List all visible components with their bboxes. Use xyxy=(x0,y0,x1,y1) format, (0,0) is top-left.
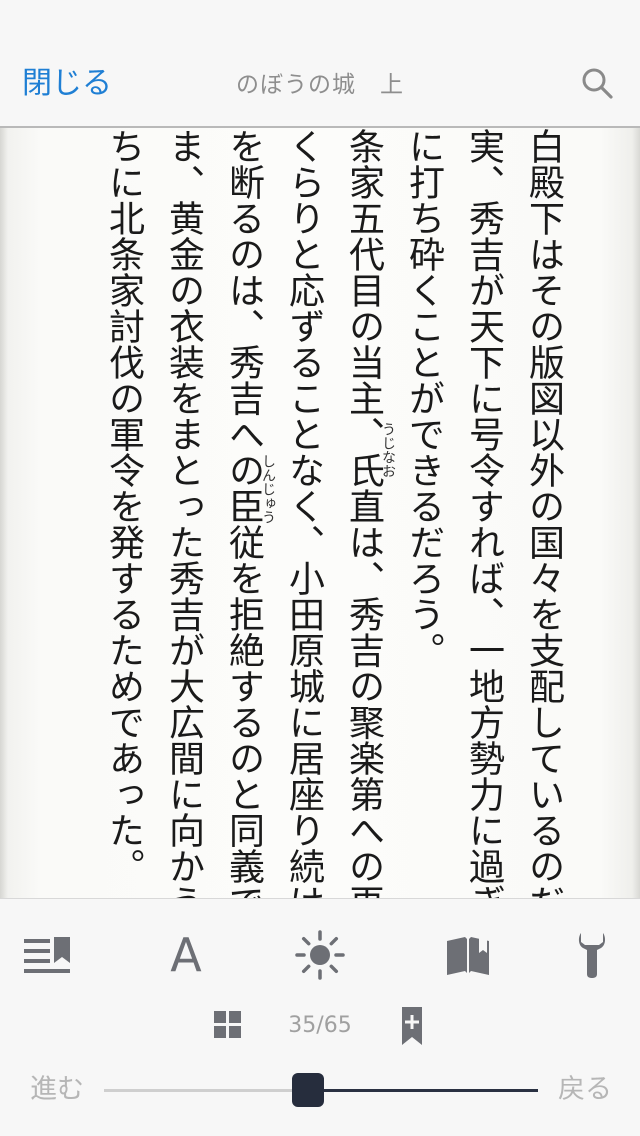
slider-track-remaining[interactable] xyxy=(104,1089,304,1092)
table-of-contents-icon xyxy=(24,937,70,973)
bookmarks-button[interactable] xyxy=(438,929,498,981)
brightness-icon xyxy=(295,930,345,980)
font-size-icon: A xyxy=(170,928,202,982)
text-column: 実、秀吉が天下に号令すれば、一地方勢力に過ぎぬ北 xyxy=(463,128,504,898)
grid-icon xyxy=(214,1011,241,1038)
text-column: くらりと応ずることなく、小田原城に居座り続けた。 xyxy=(283,128,324,898)
grid-view-button[interactable] xyxy=(214,1011,244,1041)
page-row: 35/65 xyxy=(0,1007,640,1047)
page-indicator: 35/65 xyxy=(288,1013,352,1038)
table-of-contents-button[interactable] xyxy=(18,929,78,981)
slider-forward-label: 進む xyxy=(30,1074,84,1105)
search-button[interactable] xyxy=(580,66,614,100)
book-title: のぼうの城 上 xyxy=(236,72,404,98)
slider-back-label: 戻る xyxy=(558,1074,612,1105)
text-column: ちに北条家討伐の軍令を発するためであった。 xyxy=(103,128,144,884)
ruby-annotation: うじなお xyxy=(380,422,396,478)
reading-area[interactable]: 白殿下はその版図以外の国々を支配しているのだ） 実、秀吉が天下に号令すれば、一地… xyxy=(0,128,640,898)
navigation-bar: 閉じる のぼうの城 上 xyxy=(0,40,640,128)
bookmarks-book-icon xyxy=(447,937,489,975)
settings-button[interactable] xyxy=(562,929,622,981)
search-icon xyxy=(582,68,613,99)
bottom-toolbar: A 35/65 進む 戻る xyxy=(0,898,640,1136)
add-bookmark-button[interactable] xyxy=(400,1007,424,1045)
text-column: 白殿下はその版図以外の国々を支配しているのだ） xyxy=(523,128,564,898)
ruby-annotation: しんじゅう xyxy=(260,454,276,524)
brightness-button[interactable] xyxy=(290,929,350,981)
status-bar xyxy=(0,0,640,40)
bookmark-add-icon xyxy=(402,1007,422,1045)
text-column: ま、黄金の衣装をまとった秀吉が大広間に向かうのは xyxy=(163,128,204,898)
slider-thumb[interactable] xyxy=(292,1073,324,1107)
slider-track-read[interactable] xyxy=(310,1089,538,1092)
wrench-icon xyxy=(578,933,606,978)
text-column: 条家五代目の当主、氏直は、秀吉の聚楽第への再三の xyxy=(343,128,384,898)
text-column: に打ち砕くことができるだろう。 xyxy=(403,128,444,668)
page-slider-row: 進む 戻る xyxy=(0,1071,640,1111)
font-settings-button[interactable]: A xyxy=(156,929,216,981)
